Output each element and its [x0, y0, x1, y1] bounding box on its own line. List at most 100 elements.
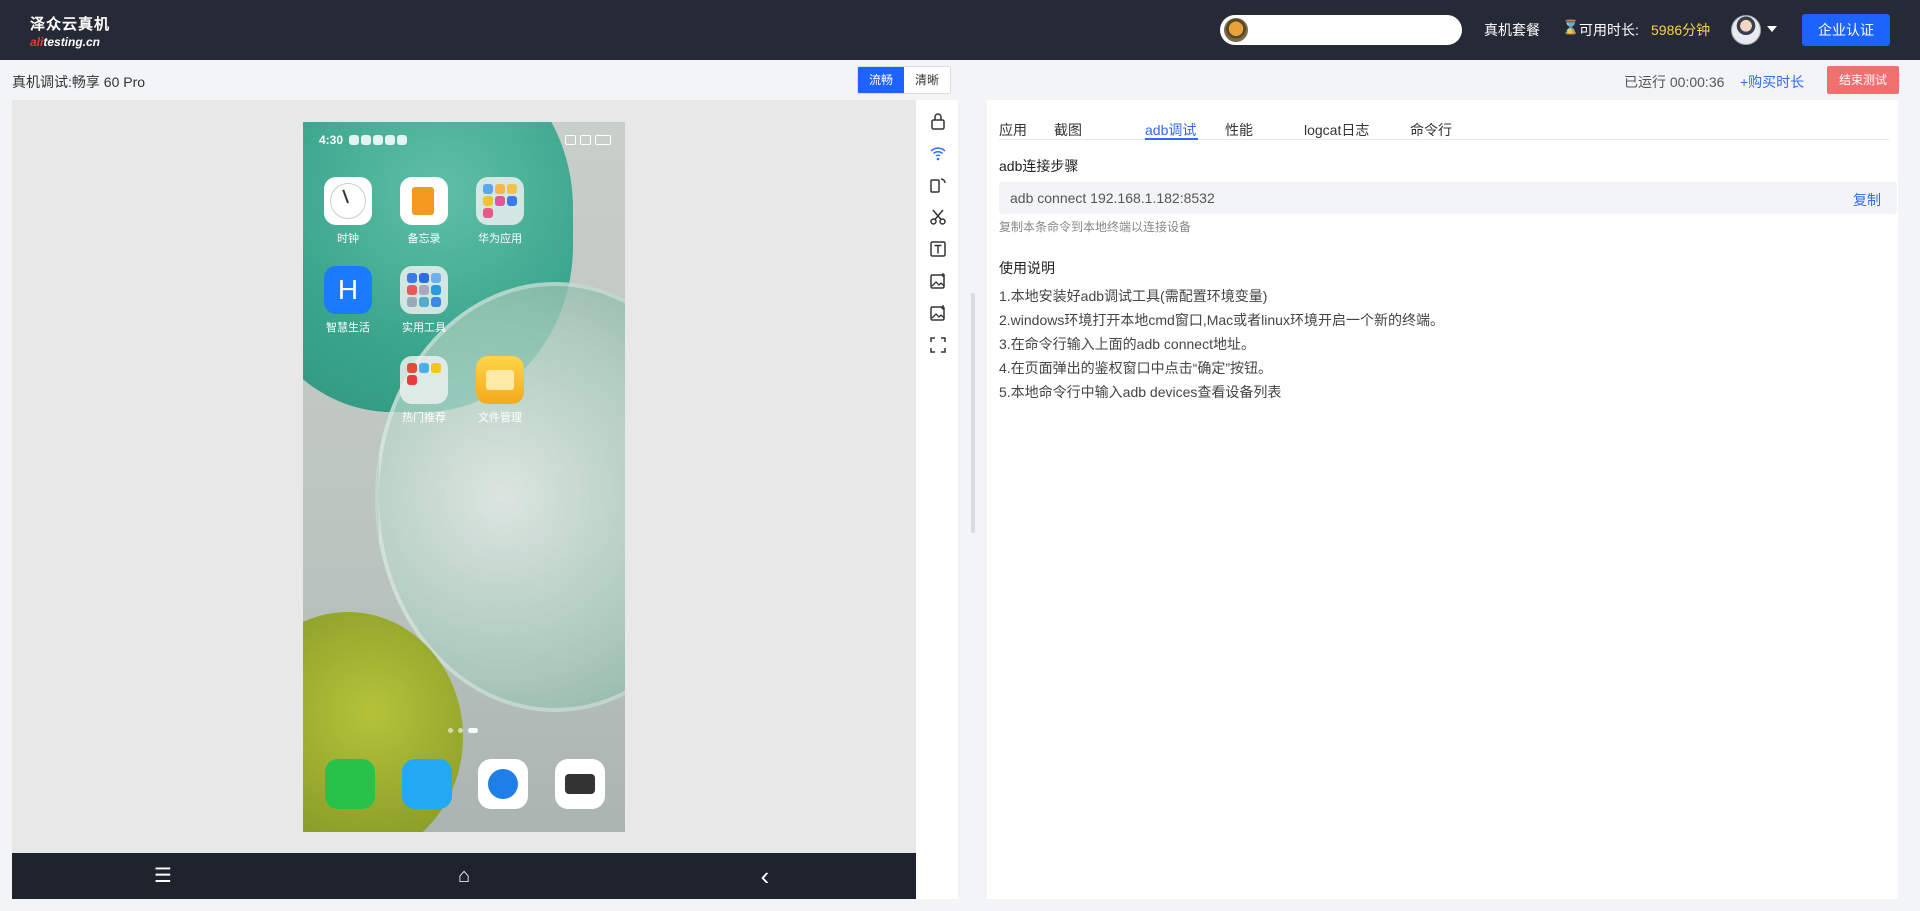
notification-icon	[397, 135, 407, 145]
panel-splitter[interactable]	[971, 293, 975, 533]
rotate-icon[interactable]	[928, 176, 948, 196]
logo-domain-suffix: testing.cn	[43, 35, 101, 49]
wifi-icon[interactable]	[928, 144, 948, 164]
tab-logcat[interactable]: logcat日志	[1304, 120, 1369, 140]
usage-step: 5.本地命令行中输入adb devices查看设备列表	[999, 384, 1282, 400]
adb-command-text[interactable]: adb connect 192.168.1.182:8532	[1010, 190, 1215, 206]
plan-link[interactable]: 真机套餐	[1484, 20, 1540, 40]
available-time-value: 5986分钟	[1651, 22, 1711, 38]
folder-icon	[400, 266, 448, 314]
buy-time-link[interactable]: +购买时长	[1740, 72, 1804, 92]
messages-icon[interactable]	[401, 759, 452, 809]
app-memo[interactable]: 备忘录	[394, 177, 454, 246]
quality-smooth-button[interactable]: 流畅	[858, 67, 904, 93]
menu-icon[interactable]: ☰	[143, 853, 183, 899]
search-input[interactable]	[1220, 15, 1462, 45]
running-time: 已运行 00:00:36	[1624, 74, 1725, 90]
copy-button[interactable]: 复制	[1853, 190, 1881, 210]
phone-dock	[325, 759, 605, 809]
fullscreen-icon[interactable]	[928, 336, 948, 356]
quality-toggle: 流畅 清晰	[857, 66, 951, 94]
command-hint: 复制本条命令到本地终端以连接设备	[999, 220, 1192, 234]
logo-title: 泽众云真机	[30, 16, 111, 33]
app-file-manager[interactable]: 文件管理	[470, 356, 530, 425]
notification-icons	[349, 135, 407, 145]
adb-steps-title: adb连接步骤	[999, 158, 1079, 174]
avatar[interactable]	[1731, 15, 1761, 45]
logo-domain-prefix: ali	[30, 35, 44, 49]
page-dot	[448, 728, 453, 733]
camera-icon[interactable]	[554, 759, 605, 809]
tab-adb-debug[interactable]: adb调试	[1145, 120, 1196, 140]
app-label: 备忘录	[407, 233, 441, 245]
lock-icon[interactable]	[928, 112, 948, 132]
logo-domain: alitesting.cn	[30, 35, 110, 49]
app-label: 智慧生活	[326, 322, 370, 334]
top-bar: 泽众云真机 alitesting.cn 真机套餐 ⌛ 可用时长: 5986分钟 …	[0, 0, 1920, 60]
usage-step: 4.在页面弹出的鉴权窗口中点击“确定”按钮。	[999, 360, 1272, 376]
notification-icon	[349, 135, 359, 145]
usage-steps: 1.本地安装好adb调试工具(需配置环境变量) 2.windows环境打开本地c…	[999, 286, 1444, 406]
adb-command-box: adb connect 192.168.1.182:8532 复制	[999, 182, 1897, 214]
chevron-down-icon[interactable]	[1767, 26, 1777, 32]
usage-title: 使用说明	[999, 260, 1055, 276]
phone-icon[interactable]	[325, 759, 375, 809]
app-smart-life[interactable]: 智慧生活	[318, 266, 378, 335]
tab-performance[interactable]: 性能	[1225, 120, 1253, 140]
notification-icon	[385, 135, 395, 145]
home-icon[interactable]: ⌂	[444, 853, 484, 899]
hourglass-icon: ⌛	[1562, 19, 1580, 35]
image-add-icon[interactable]	[928, 272, 948, 292]
notification-icon	[361, 135, 371, 145]
quality-hd-button[interactable]: 清晰	[904, 67, 950, 93]
available-time-label: 可用时长:	[1579, 22, 1639, 38]
back-icon[interactable]: ‹	[745, 853, 785, 899]
page-dot-current	[468, 728, 478, 733]
phone-screen[interactable]: 4:30 时钟 备忘录 华为应用 H 智慧生活 实用工具 热门推荐 文件管理	[303, 122, 625, 832]
wifi-status-icon	[580, 135, 591, 145]
page-indicator	[448, 728, 478, 733]
usage-step: 3.在命令行输入上面的adb connect地址。	[999, 336, 1255, 352]
notification-icon	[373, 135, 383, 145]
user-badge-icon	[1224, 18, 1248, 42]
app-clock[interactable]: 时钟	[318, 177, 378, 246]
app-label: 实用工具	[402, 322, 446, 334]
app-folder-huawei[interactable]: 华为应用	[470, 177, 530, 246]
debug-panel: 应用 截图 adb调试 性能 logcat日志 命令行 adb连接步骤 adb …	[987, 100, 1898, 899]
tab-command-line[interactable]: 命令行	[1410, 120, 1452, 140]
usage-step: 2.windows环境打开本地cmd窗口,Mac或者linux环境开启一个新的终…	[999, 312, 1444, 328]
device-title: 真机调试:畅享 60 Pro	[12, 74, 146, 90]
system-status-icons	[565, 135, 611, 145]
enterprise-auth-button[interactable]: 企业认证	[1802, 14, 1890, 46]
memo-icon	[400, 177, 448, 225]
battery-icon	[595, 135, 611, 145]
vibrate-icon	[565, 135, 576, 145]
logo[interactable]: 泽众云真机 alitesting.cn	[30, 13, 110, 49]
smart-life-icon	[324, 266, 372, 314]
page-dot	[458, 728, 463, 733]
text-icon[interactable]	[928, 240, 948, 260]
clock-icon	[324, 177, 372, 225]
tool-strip	[916, 100, 958, 899]
device-nav-bar: ☰ ⌂ ‹	[12, 853, 916, 899]
image-download-icon[interactable]	[928, 304, 948, 324]
device-screen-area: 4:30 时钟 备忘录 华为应用 H 智慧生活 实用工具 热门推荐 文件管理 ☰…	[12, 100, 916, 899]
app-folder-recommended[interactable]: 热门推荐	[394, 356, 454, 425]
panel-tabs: 应用 截图 adb调试 性能 logcat日志 命令行	[999, 110, 1889, 140]
cut-icon[interactable]	[928, 208, 948, 228]
app-label: 华为应用	[478, 233, 522, 245]
end-test-button[interactable]: 结束测试	[1827, 66, 1899, 94]
file-manager-icon	[476, 356, 524, 404]
folder-icon	[400, 356, 448, 404]
active-tab-indicator	[1145, 138, 1198, 140]
phone-status-bar: 4:30	[319, 133, 611, 149]
browser-icon[interactable]	[478, 759, 529, 809]
phone-time: 4:30	[319, 133, 344, 147]
usage-step: 1.本地安装好adb调试工具(需配置环境变量)	[999, 288, 1268, 304]
tab-apps[interactable]: 应用	[999, 120, 1027, 140]
tab-screenshot[interactable]: 截图	[1054, 120, 1082, 140]
app-folder-tools[interactable]: 实用工具	[394, 266, 454, 335]
app-label: 时钟	[337, 233, 359, 245]
folder-icon	[476, 177, 524, 225]
app-label: 热门推荐	[402, 412, 446, 424]
